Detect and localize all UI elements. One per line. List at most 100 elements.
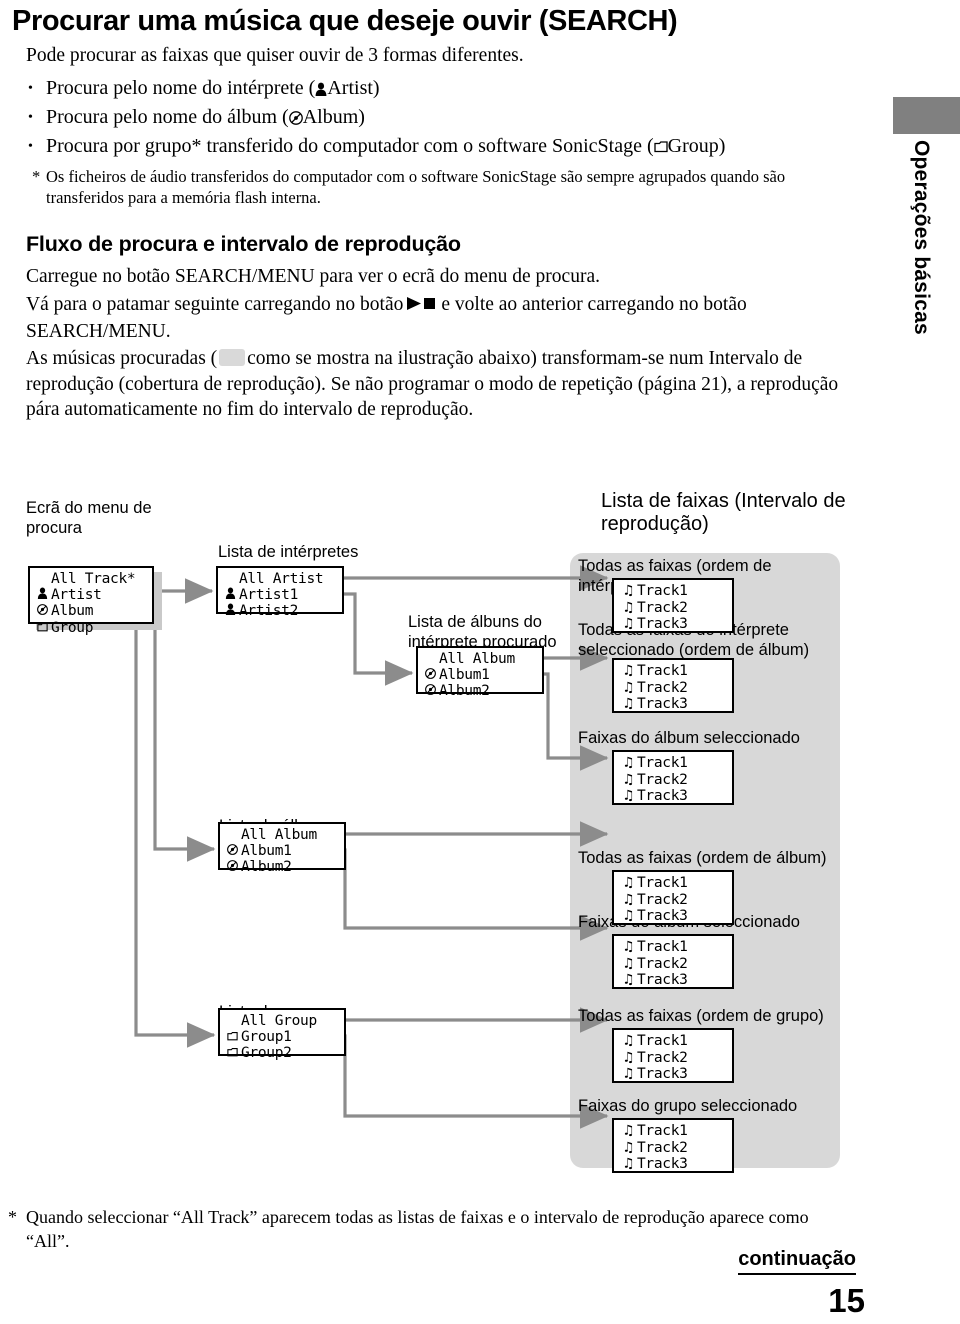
track-list-box-4: ♫ Track1 ♫ Track2 ♫ Track3	[612, 870, 734, 925]
track-row: ♫ Track1	[624, 939, 727, 956]
person-icon	[225, 587, 239, 603]
header-footnote: * Os ficheiros de áudio transferidos do …	[32, 166, 846, 208]
track-list-box-1: ♫ Track1 ♫ Track2 ♫ Track3	[612, 578, 734, 633]
label-g7: Faixas do grupo seleccionado	[578, 1097, 798, 1115]
note-icon: ♫	[624, 583, 633, 599]
track-label: Track3	[637, 788, 688, 804]
track-label: Track3	[637, 1156, 688, 1172]
bullet-text-post: )	[718, 135, 726, 157]
screen-item-album[interactable]: Album	[37, 603, 147, 619]
track-row: ♫ Track2	[624, 680, 727, 697]
screen-item-label: Album2	[439, 683, 490, 700]
playback-range-swatch	[219, 349, 246, 366]
note-icon: ♫	[624, 696, 633, 712]
track-row: ♫ Track2	[624, 1140, 727, 1157]
bullet-text-pre: Procura pelo nome do álbum (	[46, 106, 289, 128]
note-icon: ♫	[624, 771, 633, 788]
track-label: Track1	[637, 939, 688, 955]
track-list-box-3: ♫ Track1 ♫ Track2 ♫ Track3	[612, 750, 734, 805]
label-g4: Todas as faixas (ordem de álbum)	[578, 849, 827, 867]
screen-title: All Track*	[51, 571, 136, 587]
track-row: ♫ Track2	[624, 956, 727, 973]
section-paragraph-3: As músicas procuradas (como se mostra na…	[26, 346, 856, 423]
footnote-star: *	[8, 1207, 17, 1227]
screen-item-album1[interactable]: Album1	[425, 667, 537, 683]
bullet-dot-icon: •	[28, 139, 33, 154]
note-icon: ♫	[624, 1033, 633, 1049]
bullet-dot-icon: •	[28, 110, 33, 125]
track-label: Track3	[637, 972, 688, 988]
track-label: Track1	[637, 875, 688, 891]
note-icon: ♫	[624, 1156, 633, 1172]
continuation-label: continuação	[738, 1248, 856, 1275]
track-label: Track2	[637, 1049, 688, 1066]
track-list-box-2: ♫ Track1 ♫ Track2 ♫ Track3	[612, 658, 734, 713]
side-tab-label: Operações básicas	[910, 140, 933, 335]
track-label: Track3	[637, 696, 688, 712]
bullet-text-pre: Procura pelo nome do intérprete (	[46, 77, 316, 99]
label-artist-list: Lista de intérpretes	[218, 543, 359, 561]
track-label: Track3	[637, 616, 688, 632]
bullet-text-word: Artist	[327, 77, 373, 99]
track-label: Track1	[637, 755, 688, 771]
screen-item-album1[interactable]: Album1	[227, 843, 339, 859]
note-icon: ♫	[624, 679, 633, 696]
person-icon	[225, 603, 239, 619]
screen-item-group1[interactable]: Group1	[227, 1029, 339, 1045]
track-label: Track2	[637, 599, 688, 616]
artist-list-screen: All Artist Artist1 Artist2	[216, 566, 344, 619]
para2-text-a: Vá para o patamar seguinte carregando no…	[26, 294, 404, 315]
note-icon: ♫	[624, 1139, 633, 1156]
disc-icon	[227, 859, 241, 875]
group-list-screen: All Group Group1 Group2	[218, 1008, 346, 1061]
note-icon: ♫	[624, 616, 633, 632]
track-row: ♫ Track3	[624, 788, 727, 805]
screen-item-label: Album	[51, 603, 94, 620]
track-row: ♫ Track1	[624, 583, 727, 600]
bullet-list: • Procura pelo nome do intérprete ( Artis…	[26, 74, 876, 161]
track-row: ♫ Track3	[624, 972, 727, 989]
screen-item-label: Album2	[241, 859, 292, 876]
label-search-menu: Ecrã do menu de procura	[26, 499, 152, 537]
track-row: ♫ Track1	[624, 1123, 727, 1140]
screen-title-row: All Track*	[37, 571, 147, 587]
bullet-text-pre: Procura por grupo* transferido do comput…	[46, 135, 654, 157]
screen-title: All Artist	[239, 571, 324, 587]
screen-item-group[interactable]: Group	[37, 620, 147, 636]
track-label: Track1	[637, 583, 688, 599]
folder-icon	[227, 1045, 241, 1061]
screen-item-artist2[interactable]: Artist2	[225, 603, 337, 619]
screen-item-artist[interactable]: Artist	[37, 587, 147, 603]
screen-item-artist1[interactable]: Artist1	[225, 587, 337, 603]
screen-title-row: All Group	[227, 1013, 339, 1029]
screen-item-album2[interactable]: Album2	[227, 859, 339, 875]
track-list-box-7: ♫ Track1 ♫ Track2 ♫ Track3	[612, 1118, 734, 1173]
screen-item-label: Album1	[241, 843, 292, 860]
list-item: • Procura pelo nome do intérprete (Artis…	[26, 74, 876, 103]
track-row: ♫ Track2	[624, 892, 727, 909]
screen-item-group2[interactable]: Group2	[227, 1045, 339, 1061]
folder-icon	[227, 1029, 241, 1045]
disc-icon	[37, 603, 51, 619]
disc-icon	[425, 667, 439, 683]
person-icon	[315, 82, 327, 96]
bullet-text-post: )	[372, 77, 380, 99]
screen-title: All Group	[241, 1013, 317, 1029]
label-track-list-title: Lista de faixas (Intervalo de reprodução…	[601, 490, 846, 535]
track-label: Track2	[637, 891, 688, 908]
track-list-box-5: ♫ Track1 ♫ Track2 ♫ Track3	[612, 934, 734, 989]
screen-title-row: All Artist	[225, 571, 337, 587]
screen-item-label: Artist2	[239, 603, 299, 620]
track-row: ♫ Track1	[624, 1033, 727, 1050]
screen-title: All Album	[241, 827, 317, 843]
screen-title-row: All Album	[227, 827, 339, 843]
screen-item-album2[interactable]: Album2	[425, 683, 537, 699]
screen-item-label: Artist1	[239, 587, 299, 604]
disc-icon	[227, 843, 241, 859]
footnote-text: Quando seleccionar “All Track” aparecem …	[26, 1207, 809, 1251]
section-paragraph-2: Vá para o patamar seguinte carregando no…	[26, 292, 856, 344]
note-icon: ♫	[624, 939, 633, 955]
track-row: ♫ Track1	[624, 875, 727, 892]
track-label: Track2	[637, 1139, 688, 1156]
page-title: Procurar uma música que deseje ouvir (SE…	[12, 5, 678, 37]
